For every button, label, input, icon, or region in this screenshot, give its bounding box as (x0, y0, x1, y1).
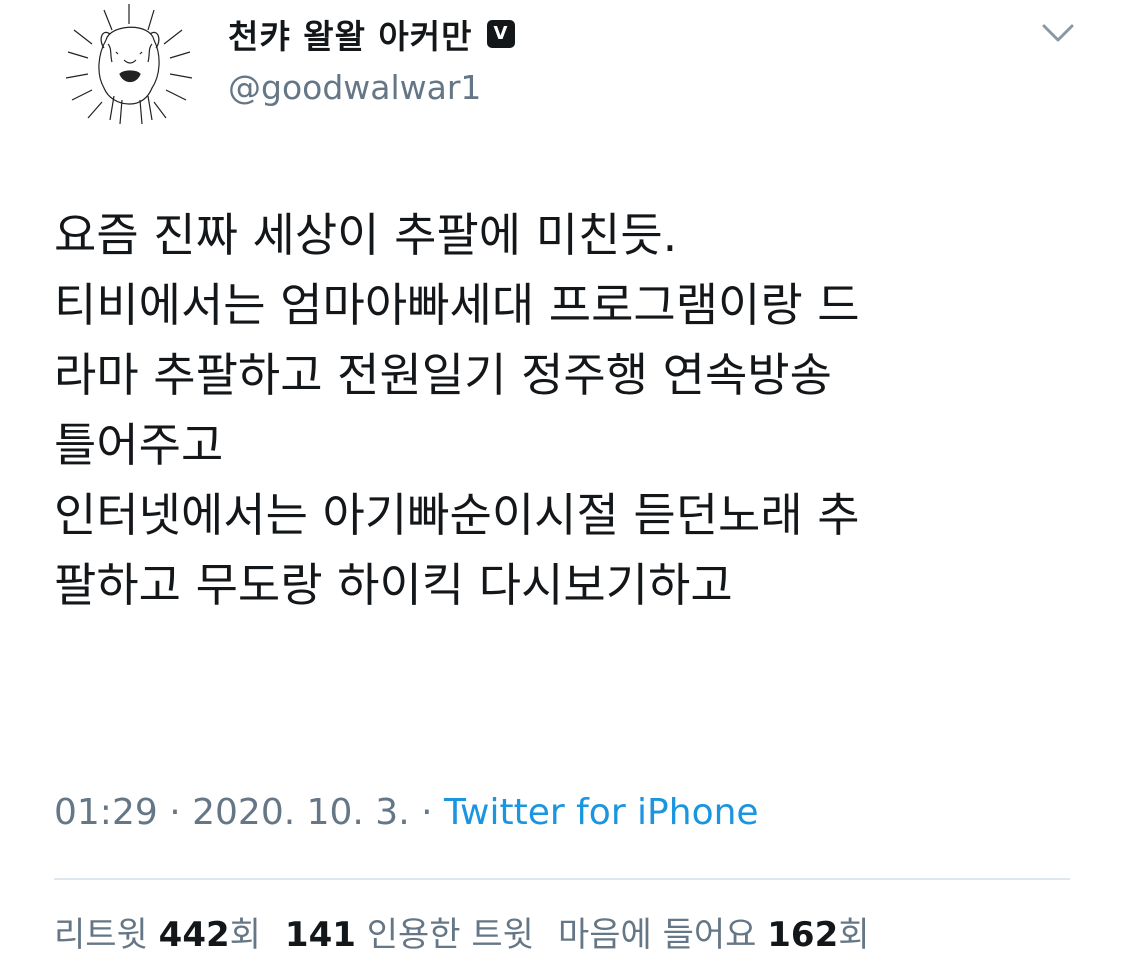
retweets-label: 리트윗 (54, 915, 148, 955)
meta-separator: · (169, 792, 181, 833)
badge-letter: V (493, 23, 508, 44)
likes-suffix: 회 (838, 915, 870, 955)
retweets-suffix: 회 (229, 915, 261, 955)
tweet-line: 팔하고 무도랑 하이킥 다시보기하고 (54, 558, 733, 612)
tweet-line: 티비에서는 엄마아빠세대 프로그램이랑 드 (54, 278, 860, 332)
dog-drawing-avatar-icon (65, 4, 193, 125)
tweet-line: 틀어주고 (54, 418, 224, 472)
name-row: 천캬 왈왈 아커만 V (228, 12, 515, 56)
likes-label: 마음에 들어요 (557, 915, 757, 955)
tweet-line: 라마 추팔하고 전원일기 정주행 연속방송 (54, 348, 832, 402)
meta-separator: · (421, 792, 433, 833)
quotes-stat[interactable]: 141 인용한 트윗 (285, 915, 534, 955)
tweet-line: 인터넷에서는 아기빠순이시절 듣던노래 추 (54, 488, 860, 542)
divider (54, 878, 1070, 880)
avatar[interactable] (54, 0, 204, 132)
tweet-time[interactable]: 01:29 (54, 792, 158, 833)
tweet-stats: 리트윗 442회 141 인용한 트윗 마음에 들어요 162회 (54, 912, 870, 958)
likes-stat[interactable]: 마음에 들어요 162회 (558, 915, 870, 955)
chevron-down-icon[interactable] (1040, 18, 1076, 46)
retweets-count: 442 (158, 915, 230, 955)
likes-count: 162 (767, 915, 839, 955)
display-name[interactable]: 천캬 왈왈 아커만 (228, 10, 473, 58)
tweet-source-link[interactable]: Twitter for iPhone (444, 792, 759, 833)
tweet-text: 요즘 진짜 세상이 추팔에 미친듯. 티비에서는 엄마아빠세대 프로그램이랑 드… (54, 200, 1094, 620)
tweet-line: 요즘 진짜 세상이 추팔에 미친듯. (54, 208, 678, 262)
quotes-count: 141 (284, 915, 356, 955)
tweet-meta: 01:29 · 2020. 10. 3. · Twitter for iPhon… (54, 790, 759, 836)
verified-badge-icon: V (486, 20, 515, 48)
tweet-date[interactable]: 2020. 10. 3. (192, 792, 410, 833)
retweets-stat[interactable]: 리트윗 442회 (54, 915, 261, 955)
tweet-header: 천캬 왈왈 아커만 V @goodwalwar1 (0, 0, 1125, 150)
user-handle[interactable]: @goodwalwar1 (228, 68, 481, 107)
quotes-label: 인용한 트윗 (366, 915, 534, 955)
